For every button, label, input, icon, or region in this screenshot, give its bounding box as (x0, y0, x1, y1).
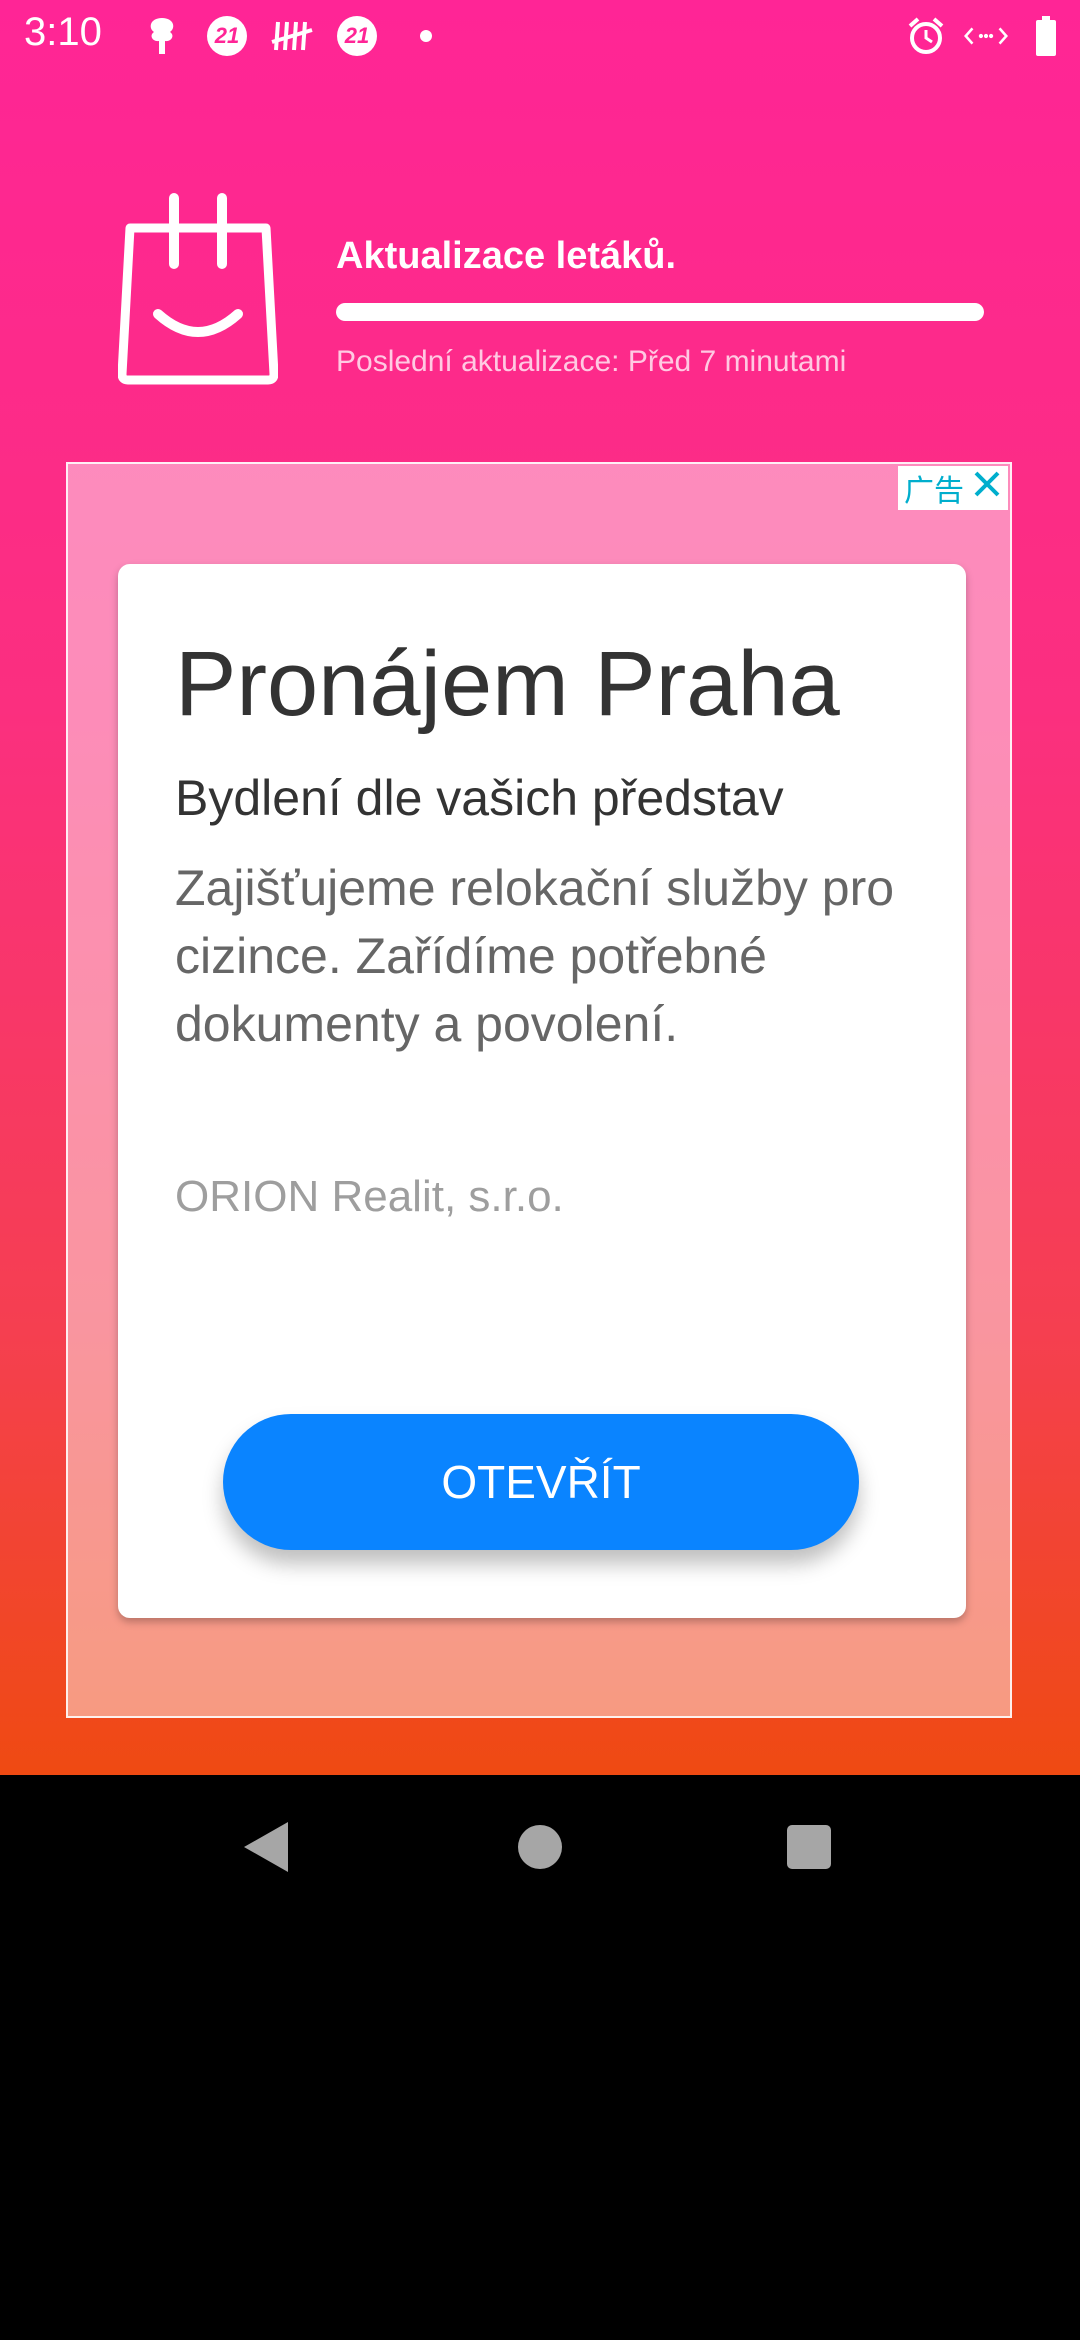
alarm-icon (904, 14, 948, 58)
badge-21-icon: 21 (335, 14, 379, 58)
last-update-text: Poslední aktualizace: Před 7 minutami (336, 345, 847, 378)
navigation-bar (0, 1775, 1080, 1920)
ad-container[interactable]: 广告 Pronájem Praha Bydlení dle vašich pře… (66, 462, 1012, 1718)
update-progress-fill (336, 303, 984, 321)
close-icon[interactable] (972, 469, 1002, 507)
back-icon[interactable] (244, 1822, 288, 1872)
status-time: 3:10 (24, 10, 102, 54)
badge-21-icon: 21 (205, 14, 249, 58)
ad-label: 广告 (904, 474, 964, 509)
tally-icon (270, 14, 314, 58)
update-title: Aktualizace letáků. (336, 235, 677, 277)
ad-choices-badge[interactable]: 广告 (898, 466, 1008, 510)
ad-headline[interactable]: Pronájem Praha (175, 632, 840, 737)
ad-body-text: Zajišťujeme relokační služby pro cizince… (175, 860, 895, 1052)
open-button[interactable]: OTEVŘÍT (223, 1414, 859, 1550)
recents-icon[interactable] (787, 1825, 831, 1869)
ad-advertiser: ORION Realit, s.r.o. (175, 1172, 564, 1221)
shopping-bag-smile-icon (117, 192, 279, 386)
vibrate-icon (964, 14, 1008, 58)
ad-card[interactable]: Pronájem Praha Bydlení dle vašich předst… (118, 564, 966, 1618)
status-bar: 3:10 21 21 (0, 0, 1080, 75)
update-progress-bar (336, 303, 984, 321)
home-icon[interactable] (518, 1825, 562, 1869)
battery-icon (1024, 14, 1068, 58)
app-screen: 3:10 21 21 Aktualizace letáků. Poslední … (0, 0, 1080, 1775)
ad-subheadline: Bydlení dle vašich představ (175, 770, 784, 826)
dot-icon (404, 14, 448, 58)
tree-icon (140, 14, 184, 58)
